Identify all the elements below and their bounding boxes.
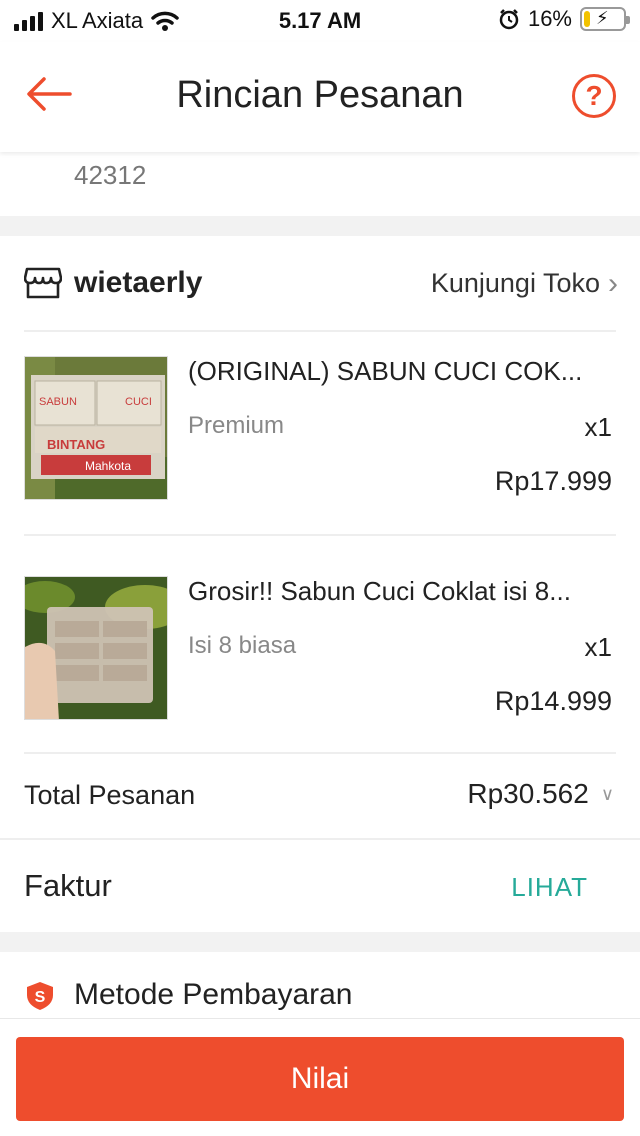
page-title: Rincian Pesanan (176, 74, 464, 116)
item-name: Grosir!! Sabun Cuci Coklat isi 8... (188, 576, 571, 606)
bottom-action-bar: Nilai (0, 1018, 640, 1136)
shop-order-card: wietaerly Kunjungi Toko › SABUN CUCI BIN… (0, 236, 640, 932)
order-total-amount: Rp30.562 (467, 778, 589, 809)
thumb-label: SABUN (39, 396, 77, 408)
store-icon (24, 267, 62, 299)
divider (24, 330, 616, 332)
shield-letter: S (35, 989, 46, 1006)
battery-percent: 16% (527, 6, 572, 31)
chevron-right-icon: › (608, 267, 618, 300)
status-bar: XL Axiata 5.17 AM 16% ⚡ (0, 0, 640, 42)
address-card: 42312 (0, 152, 640, 216)
invoice-label: Faktur (24, 868, 112, 903)
order-total-value: Rp30.562 ∨ (467, 778, 614, 810)
thumb-label: Mahkota (85, 459, 131, 473)
product-thumbnail[interactable]: SABUN CUCI BINTANG Mahkota (24, 356, 168, 500)
rate-button[interactable]: Nilai (16, 1037, 624, 1121)
item-price: Rp14.999 (494, 686, 612, 716)
shop-header: wietaerly Kunjungi Toko › (0, 236, 640, 330)
item-quantity: x1 (584, 412, 612, 442)
address-postal-code: 42312 (74, 160, 147, 190)
chevron-down-icon[interactable]: ∨ (601, 784, 614, 805)
item-name: (ORIGINAL) SABUN CUCI COK... (188, 356, 583, 386)
battery-fill (584, 11, 591, 27)
item-quantity: x1 (584, 632, 612, 662)
shop-name: wietaerly (74, 266, 203, 299)
alarm-icon (499, 9, 519, 30)
visit-shop-link[interactable]: Kunjungi Toko › (431, 268, 618, 299)
order-item[interactable]: Grosir!! Sabun Cuci Coklat isi 8... Isi … (0, 576, 640, 776)
thumb-label: CUCI (125, 396, 152, 408)
order-detail-screen: XL Axiata 5.17 AM 16% ⚡ Rincian Pesanan … (0, 0, 640, 1136)
header: Rincian Pesanan ? (0, 42, 640, 152)
order-item[interactable]: SABUN CUCI BINTANG Mahkota (ORIGINAL) SA… (0, 356, 640, 556)
order-total-row[interactable]: Total Pesanan Rp30.562 ∨ (0, 754, 640, 838)
help-icon[interactable]: ? (572, 74, 616, 118)
item-variant: Premium (188, 412, 285, 439)
battery-icon: ⚡ (580, 7, 630, 31)
item-price: Rp17.999 (494, 466, 612, 496)
thumb-label: BINTANG (47, 437, 105, 452)
item-variant: Isi 8 biasa (188, 632, 297, 659)
charging-icon: ⚡ (596, 8, 609, 28)
divider (24, 534, 616, 536)
invoice-row: Faktur LIHAT (0, 838, 640, 932)
view-invoice-link[interactable]: LIHAT (511, 872, 588, 903)
product-thumbnail[interactable] (24, 576, 168, 720)
visit-shop-label: Kunjungi Toko (430, 268, 600, 298)
status-bar-right: 16% ⚡ (498, 6, 630, 32)
shield-icon: S (27, 982, 53, 1010)
payment-method-title: Metode Pembayaran (74, 978, 353, 1011)
order-total-label: Total Pesanan (24, 780, 196, 810)
